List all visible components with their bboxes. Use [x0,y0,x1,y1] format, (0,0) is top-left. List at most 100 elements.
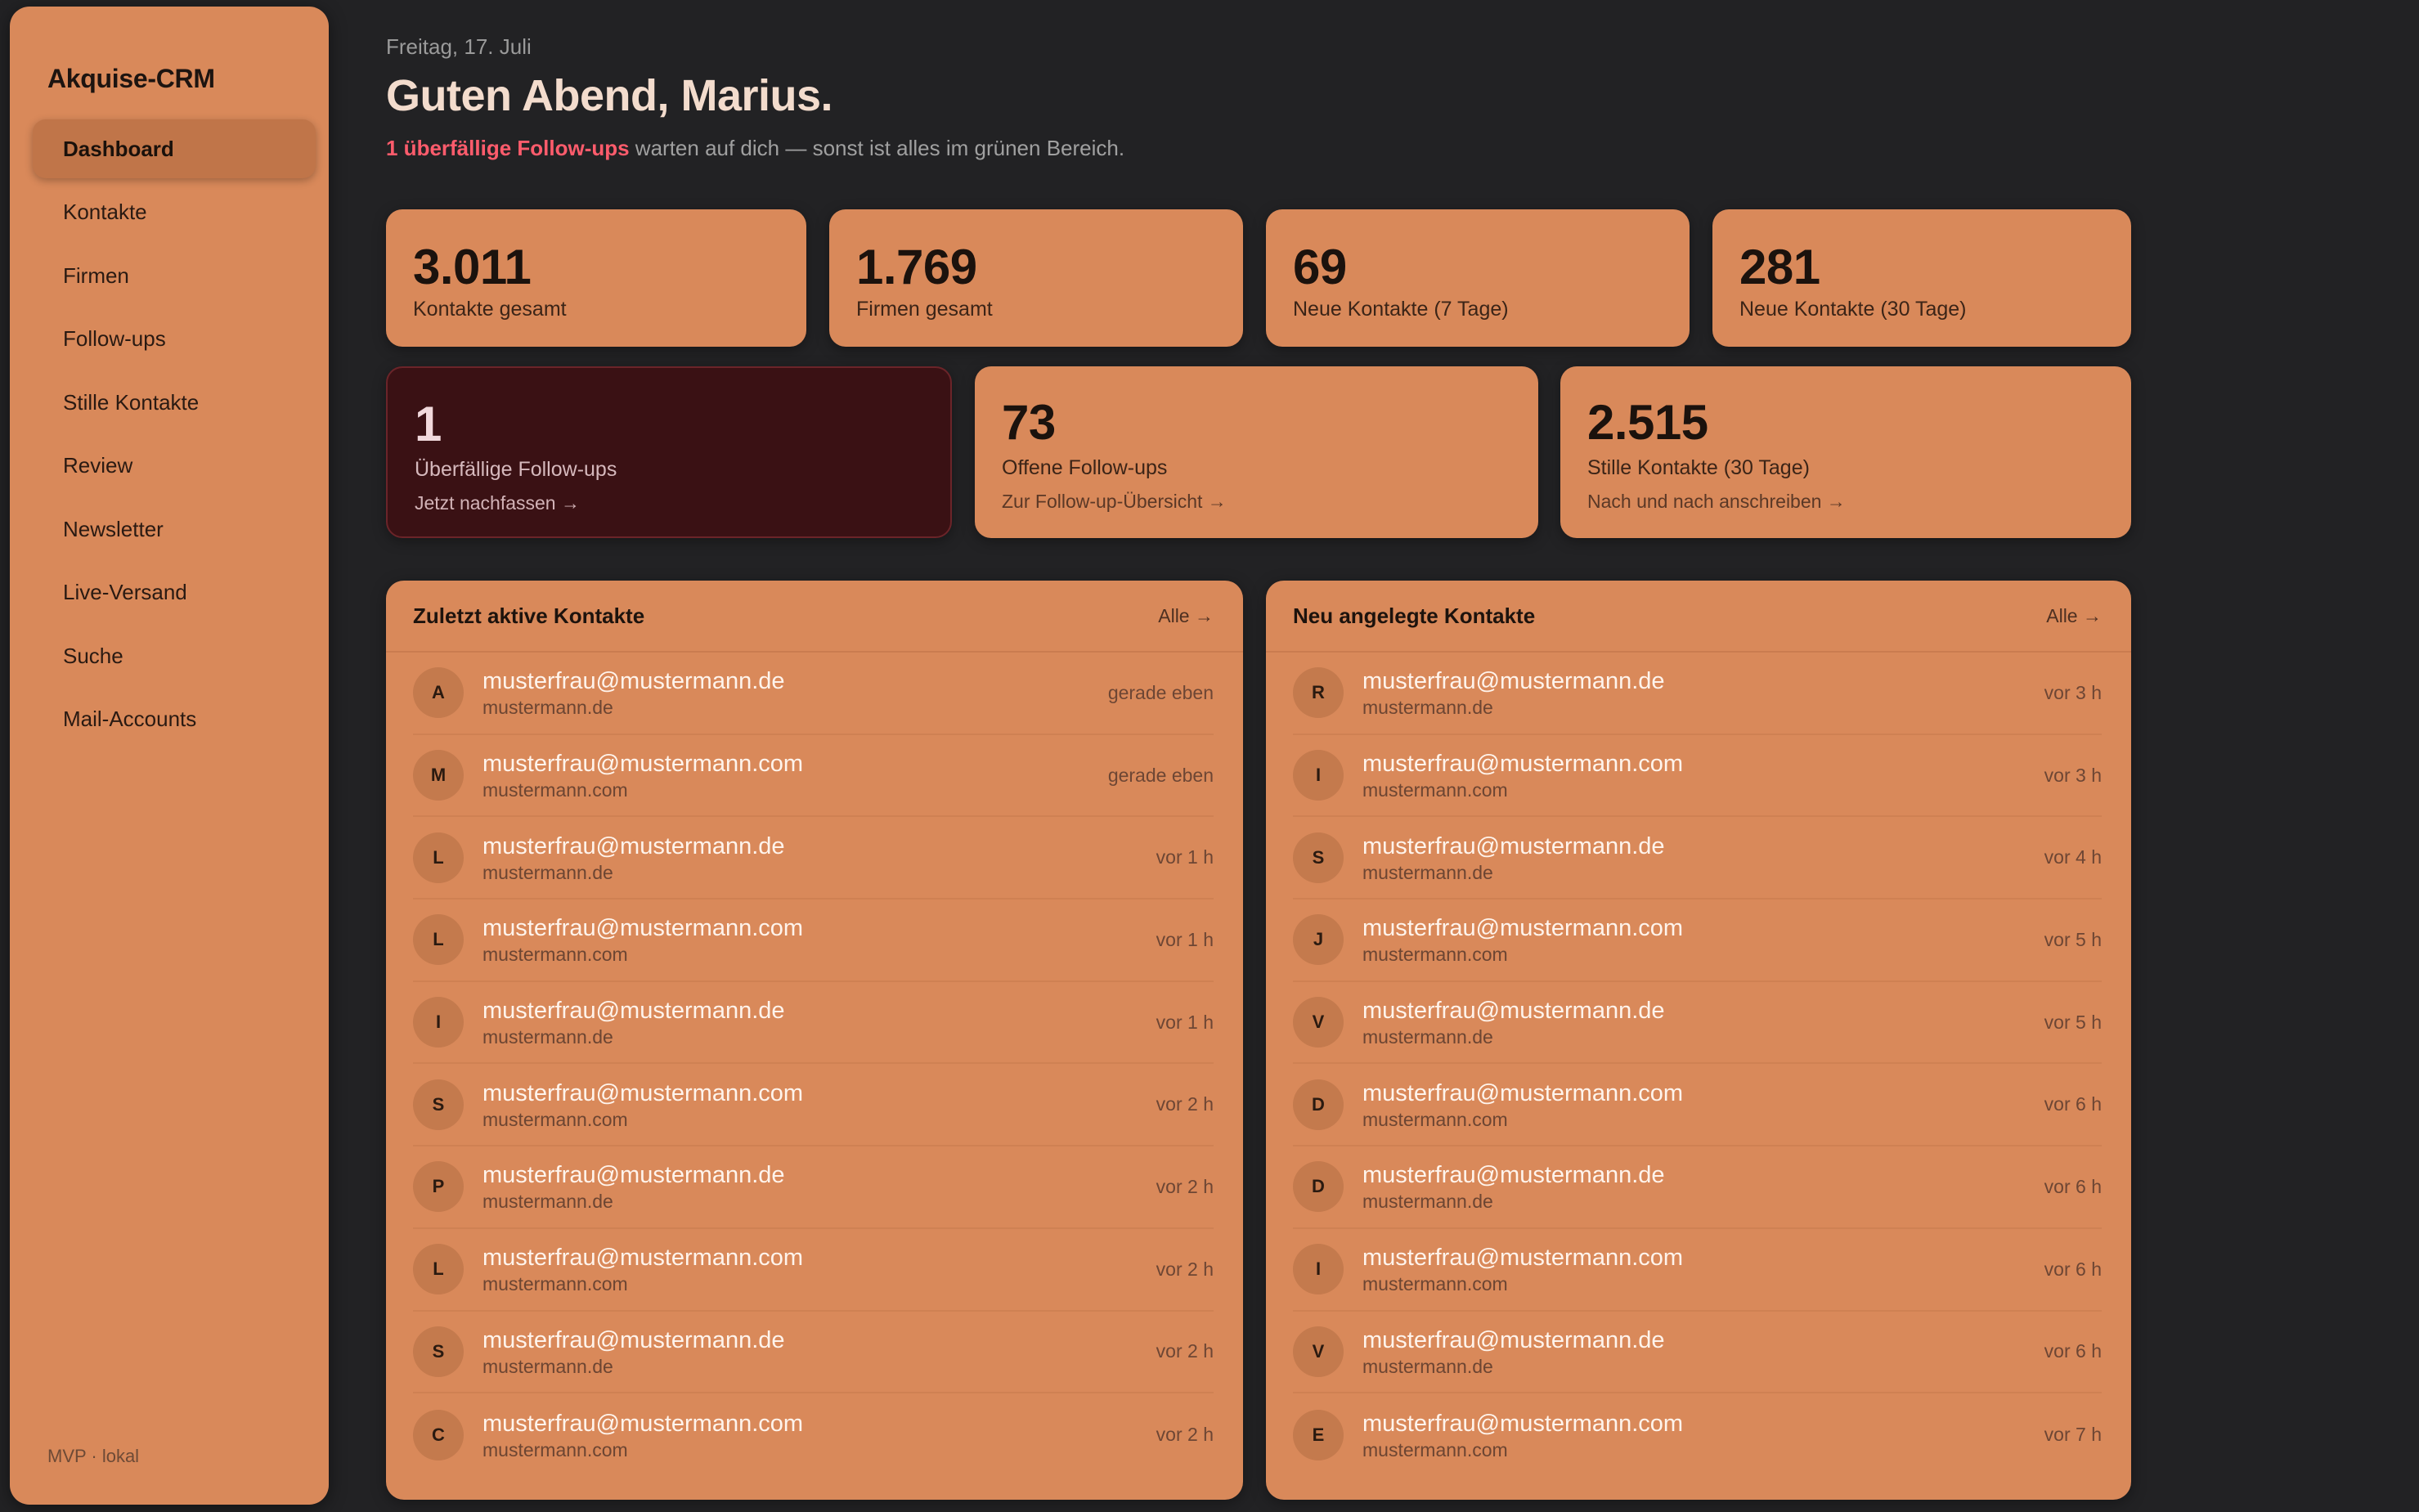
contact-row[interactable]: Imusterfrau@mustermann.com mustermann.com… [1293,735,2102,818]
contact-row[interactable]: Amusterfrau@mustermann.de mustermann.de ge… [413,653,1214,735]
avatar: M [413,750,464,801]
status-summary-text: warten auf dich — sonst ist alles im grü… [629,136,1125,160]
stat-value: 1.769 [856,240,977,294]
contact-row[interactable]: Lmusterfrau@mustermann.com mustermann.com… [413,900,1214,982]
avatar: J [1293,914,1344,966]
contact-domain: mustermann.de [1362,697,1493,719]
contact-timestamp: vor 6 h [2044,1093,2102,1115]
status-summary: 1 überfällige Follow-ups warten auf dich… [386,136,1124,161]
contact-row[interactable]: Smusterfrau@mustermann.de mustermann.de vo… [413,1312,1214,1394]
contact-email[interactable]: musterfrau@mustermann.de [482,666,1108,696]
contact-row[interactable]: Cmusterfrau@mustermann.com mustermann.com… [413,1393,1214,1476]
contact-row[interactable]: Dmusterfrau@mustermann.com mustermann.com… [1293,1064,2102,1147]
write-silent-contacts-link[interactable]: Nach und nach anschreiben → [1587,491,1846,513]
stat-label: Stille Kontakte (30 Tage) [1587,456,1810,479]
stat-label: Kontakte gesamt [413,298,567,321]
contact-email[interactable]: musterfrau@mustermann.de [482,1326,1156,1355]
sidebar-item-live-versand[interactable]: Live-Versand [33,563,316,622]
contact-domain: mustermann.com [1362,944,1508,966]
contact-domain: mustermann.de [482,1191,613,1213]
contact-email[interactable]: musterfrau@mustermann.com [482,1409,1156,1438]
contact-email[interactable]: musterfrau@mustermann.com [1362,1409,2044,1438]
avatar: V [1293,1326,1344,1377]
new-contacts-list: Rmusterfrau@mustermann.de mustermann.de vo… [1266,653,2131,1476]
contact-row[interactable]: Imusterfrau@mustermann.de mustermann.de vo… [413,982,1214,1065]
stat-card-neue-kontakte-30: 281 Neue Kontakte (30 Tage) [1712,209,2131,347]
contact-email[interactable]: musterfrau@mustermann.com [482,1079,1156,1108]
contact-info: musterfrau@mustermann.com mustermann.com [1362,1079,2044,1131]
stat-label: Offene Follow-ups [1002,456,1168,479]
sidebar-item-follow-ups[interactable]: Follow-ups [33,310,316,369]
contact-info: musterfrau@mustermann.de mustermann.de [482,666,1108,719]
contact-email[interactable]: musterfrau@mustermann.de [1362,996,2044,1025]
contact-row[interactable]: Lmusterfrau@mustermann.de mustermann.de vo… [413,817,1214,900]
contact-domain: mustermann.com [482,1108,628,1130]
contact-email[interactable]: musterfrau@mustermann.com [1362,913,2044,943]
panel-header: Zuletzt aktive Kontakte Alle → [386,581,1243,653]
contact-row[interactable]: Mmusterfrau@mustermann.com mustermann.com… [413,735,1214,818]
contact-domain: mustermann.de [1362,1355,1493,1377]
contact-email[interactable]: musterfrau@mustermann.de [1362,666,2044,696]
sidebar-item-mail-accounts[interactable]: Mail-Accounts [33,690,316,749]
contact-timestamp: vor 3 h [2044,764,2102,786]
contact-info: musterfrau@mustermann.de mustermann.de [482,832,1156,884]
panel-title: Neu angelegte Kontakte [1293,603,1536,628]
contact-row[interactable]: Rmusterfrau@mustermann.de mustermann.de vo… [1293,653,2102,735]
contact-domain: mustermann.de [482,697,613,719]
contact-email[interactable]: musterfrau@mustermann.de [482,996,1156,1025]
contact-domain: mustermann.com [1362,1273,1508,1295]
recent-contacts-list: Amusterfrau@mustermann.de mustermann.de ge… [386,653,1243,1476]
contact-email[interactable]: musterfrau@mustermann.de [1362,832,2044,861]
contact-email[interactable]: musterfrau@mustermann.com [482,913,1156,943]
contact-email[interactable]: musterfrau@mustermann.de [1362,1326,2044,1355]
overdue-alert-text[interactable]: 1 überfällige Follow-ups [386,136,630,160]
sidebar-item-newsletter[interactable]: Newsletter [33,500,316,559]
sidebar-item-review[interactable]: Review [33,437,316,496]
contact-row[interactable]: Smusterfrau@mustermann.com mustermann.com… [413,1064,1214,1147]
stat-card-stille-kontakte: 2.515 Stille Kontakte (30 Tage) Nach und… [1560,366,2131,538]
avatar: P [413,1161,464,1213]
contact-row[interactable]: Vmusterfrau@mustermann.de mustermann.de vo… [1293,982,2102,1065]
contact-email[interactable]: musterfrau@mustermann.com [482,749,1108,778]
contact-email[interactable]: musterfrau@mustermann.com [1362,1079,2044,1108]
contact-timestamp: vor 7 h [2044,1424,2102,1446]
sidebar-item-dashboard[interactable]: Dashboard [33,119,316,178]
contact-row[interactable]: Imusterfrau@mustermann.com mustermann.com… [1293,1229,2102,1312]
contact-row[interactable]: Vmusterfrau@mustermann.de mustermann.de vo… [1293,1312,2102,1394]
contact-row[interactable]: Emusterfrau@mustermann.com mustermann.com… [1293,1393,2102,1476]
sidebar-item-kontakte[interactable]: Kontakte [33,183,316,242]
contact-timestamp: gerade eben [1107,681,1214,703]
contact-email[interactable]: musterfrau@mustermann.de [1362,1160,2044,1190]
contact-domain: mustermann.com [482,779,628,801]
new-contacts-all-link[interactable]: Alle → [2046,605,2102,627]
contact-row[interactable]: Dmusterfrau@mustermann.de mustermann.de vo… [1293,1146,2102,1229]
sidebar-item-suche[interactable]: Suche [33,626,316,685]
contact-email[interactable]: musterfrau@mustermann.de [482,832,1156,861]
contact-timestamp: vor 1 h [1156,846,1214,868]
contact-info: musterfrau@mustermann.de mustermann.de [1362,996,2044,1048]
contact-info: musterfrau@mustermann.de mustermann.de [482,996,1156,1048]
sidebar-item-stille-kontakte[interactable]: Stille Kontakte [33,373,316,432]
contact-row[interactable]: Pmusterfrau@mustermann.de mustermann.de vo… [413,1146,1214,1229]
recent-contacts-all-link[interactable]: Alle → [1158,605,1214,627]
sidebar-footer: MVP · lokal [47,1446,140,1466]
contact-email[interactable]: musterfrau@mustermann.com [1362,749,2044,778]
contact-row[interactable]: Smusterfrau@mustermann.de mustermann.de vo… [1293,817,2102,900]
contact-domain: mustermann.com [482,1438,628,1460]
contact-info: musterfrau@mustermann.com mustermann.com [1362,1243,2044,1295]
contact-timestamp: vor 6 h [2044,1258,2102,1280]
contact-email[interactable]: musterfrau@mustermann.de [482,1160,1156,1190]
avatar: S [413,1326,464,1377]
contact-domain: mustermann.de [482,1355,613,1377]
follow-up-overview-link[interactable]: Zur Follow-up-Übersicht → [1002,491,1227,513]
contact-row[interactable]: Lmusterfrau@mustermann.com mustermann.com… [413,1229,1214,1312]
sidebar-item-firmen[interactable]: Firmen [33,246,316,305]
contact-info: musterfrau@mustermann.de mustermann.de [1362,832,2044,884]
follow-up-now-link[interactable]: Jetzt nachfassen → [415,492,580,514]
page-title: Guten Abend, Marius. [386,71,833,120]
contact-info: musterfrau@mustermann.com mustermann.com [482,913,1156,966]
contact-row[interactable]: Jmusterfrau@mustermann.com mustermann.com… [1293,900,2102,982]
avatar: I [1293,1244,1344,1295]
contact-email[interactable]: musterfrau@mustermann.com [1362,1243,2044,1272]
contact-email[interactable]: musterfrau@mustermann.com [482,1243,1156,1272]
